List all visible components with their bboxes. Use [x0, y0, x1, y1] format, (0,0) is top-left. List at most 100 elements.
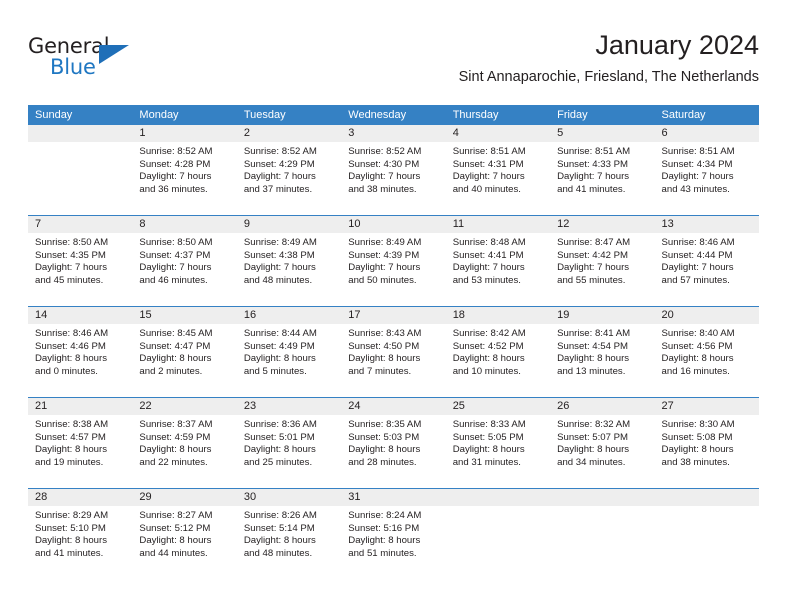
day-cell-26[interactable]: 26 Sunrise: 8:32 AM Sunset: 5:07 PM Dayligh…: [550, 398, 655, 488]
day-cell-11[interactable]: 11 Sunrise: 8:48 AM Sunset: 4:41 PM Dayligh…: [445, 216, 551, 306]
day-cell-23[interactable]: 23 Sunrise: 8:36 AM Sunset: 5:01 PM Dayligh…: [236, 398, 342, 488]
day-sun-info: Sunrise: 8:26 AM Sunset: 5:14 PM Daylight:…: [237, 506, 341, 560]
day-number: 30: [236, 489, 342, 506]
day-cell-2[interactable]: 2 Sunrise: 8:52 AM Sunset: 4:29 PM Daylight…: [236, 125, 342, 215]
day-daylight-line2: and 5 minutes.: [243, 365, 307, 377]
day-cell-18[interactable]: 18 Sunrise: 8:42 AM Sunset: 4:52 PM Dayligh…: [445, 307, 551, 397]
day-cell-31[interactable]: 31 Sunrise: 8:24 AM Sunset: 5:16 PM Dayligh…: [341, 489, 446, 579]
day-sunset: Sunset: 4:56 PM: [661, 340, 733, 352]
day-sunrise: Sunrise: 8:44 AM: [243, 328, 317, 339]
day-daylight-line2: and 50 minutes.: [348, 274, 417, 286]
calendar-week-row: 21 Sunrise: 8:38 AM Sunset: 4:57 PM Dayligh…: [28, 397, 759, 488]
day-sunset: Sunset: 4:49 PM: [243, 340, 315, 352]
day-daylight-line1: Daylight: 8 hours: [452, 444, 525, 456]
day-cell-29[interactable]: 29 Sunrise: 8:27 AM Sunset: 5:12 PM Dayligh…: [132, 489, 237, 579]
day-cell-16[interactable]: 16 Sunrise: 8:44 AM Sunset: 4:49 PM Dayligh…: [236, 307, 342, 397]
day-sun-info: Sunrise: 8:50 AM Sunset: 4:37 PM Daylight:…: [132, 233, 236, 287]
day-daylight-line1: Daylight: 8 hours: [243, 535, 316, 547]
day-sunset: Sunset: 4:44 PM: [661, 249, 733, 261]
day-daylight-line2: and 48 minutes.: [243, 547, 313, 559]
day-daylight-line2: and 57 minutes.: [661, 274, 730, 286]
day-daylight-line1: Daylight: 8 hours: [243, 353, 316, 365]
day-daylight-line1: Daylight: 7 hours: [452, 262, 525, 274]
day-sunset: Sunset: 4:37 PM: [139, 249, 211, 261]
day-cell-25[interactable]: 25 Sunrise: 8:33 AM Sunset: 5:05 PM Dayligh…: [445, 398, 551, 488]
day-cell-9[interactable]: 9 Sunrise: 8:49 AM Sunset: 4:38 PM Daylight…: [236, 216, 342, 306]
day-daylight-line2: and 43 minutes.: [661, 183, 730, 195]
day-sun-info: Sunrise: 8:44 AM Sunset: 4:49 PM Daylight:…: [237, 324, 341, 378]
day-cell-10[interactable]: 10 Sunrise: 8:49 AM Sunset: 4:39 PM Dayligh…: [341, 216, 446, 306]
day-daylight-line1: Daylight: 8 hours: [348, 353, 421, 365]
day-sunset: Sunset: 4:31 PM: [452, 158, 524, 170]
day-number: 13: [654, 216, 759, 233]
day-sunrise: Sunrise: 8:37 AM: [139, 419, 213, 430]
day-daylight-line1: Daylight: 7 hours: [452, 171, 525, 183]
calendar-page: General Blue January 2024 Sint Annaparoc…: [0, 0, 792, 612]
day-cell-27[interactable]: 27 Sunrise: 8:30 AM Sunset: 5:08 PM Dayligh…: [654, 398, 759, 488]
day-daylight-line2: and 51 minutes.: [348, 547, 417, 559]
day-sun-info: Sunrise: 8:47 AM Sunset: 4:42 PM Daylight:…: [550, 233, 654, 287]
day-daylight-line1: Daylight: 8 hours: [348, 444, 421, 456]
day-sunrise: Sunrise: 8:33 AM: [452, 419, 526, 430]
day-cell-3[interactable]: 3 Sunrise: 8:52 AM Sunset: 4:30 PM Daylight…: [341, 125, 446, 215]
calendar-week-row: 7 Sunrise: 8:50 AM Sunset: 4:35 PM Daylight…: [28, 215, 759, 306]
day-cell-21[interactable]: 21 Sunrise: 8:38 AM Sunset: 4:57 PM Dayligh…: [28, 398, 133, 488]
day-cell-17[interactable]: 17 Sunrise: 8:43 AM Sunset: 4:50 PM Dayligh…: [341, 307, 446, 397]
day-cell-13[interactable]: 13 Sunrise: 8:46 AM Sunset: 4:44 PM Dayligh…: [654, 216, 759, 306]
day-cell-8[interactable]: 8 Sunrise: 8:50 AM Sunset: 4:37 PM Daylight…: [132, 216, 237, 306]
day-daylight-line1: Daylight: 8 hours: [661, 444, 734, 456]
day-sun-info: Sunrise: 8:43 AM Sunset: 4:50 PM Daylight:…: [341, 324, 445, 378]
day-cell-12[interactable]: 12 Sunrise: 8:47 AM Sunset: 4:42 PM Dayligh…: [550, 216, 655, 306]
day-number: 21: [28, 398, 133, 415]
day-cell-19[interactable]: 19 Sunrise: 8:41 AM Sunset: 4:54 PM Dayligh…: [550, 307, 655, 397]
day-daylight-line1: Daylight: 8 hours: [661, 353, 734, 365]
day-daylight-line2: and 55 minutes.: [557, 274, 626, 286]
day-number: 31: [341, 489, 446, 506]
day-sunset: Sunset: 4:50 PM: [348, 340, 420, 352]
day-cell-6[interactable]: 6 Sunrise: 8:51 AM Sunset: 4:34 PM Daylight…: [654, 125, 759, 215]
day-cell-1[interactable]: 1 Sunrise: 8:52 AM Sunset: 4:28 PM Daylight…: [132, 125, 237, 215]
day-sunset: Sunset: 4:39 PM: [348, 249, 420, 261]
day-cell-15[interactable]: 15 Sunrise: 8:45 AM Sunset: 4:47 PM Dayligh…: [132, 307, 237, 397]
day-sunset: Sunset: 4:30 PM: [348, 158, 420, 170]
day-sun-info: Sunrise: 8:35 AM Sunset: 5:03 PM Daylight:…: [341, 415, 445, 469]
day-sunrise: Sunrise: 8:52 AM: [348, 146, 422, 157]
day-cell-empty: [445, 489, 551, 579]
day-daylight-line1: Daylight: 7 hours: [557, 262, 630, 274]
day-daylight-line2: and 25 minutes.: [243, 456, 313, 468]
day-daylight-line1: Daylight: 8 hours: [557, 444, 630, 456]
day-cell-22[interactable]: 22 Sunrise: 8:37 AM Sunset: 4:59 PM Dayligh…: [132, 398, 237, 488]
day-sun-info: Sunrise: 8:51 AM Sunset: 4:34 PM Daylight:…: [655, 142, 759, 196]
day-sun-info: Sunrise: 8:51 AM Sunset: 4:31 PM Daylight:…: [446, 142, 550, 196]
day-daylight-line1: Daylight: 8 hours: [557, 353, 630, 365]
day-cell-30[interactable]: 30 Sunrise: 8:26 AM Sunset: 5:14 PM Dayligh…: [236, 489, 342, 579]
weekday-header-sunday: Sunday: [35, 109, 73, 121]
day-cell-4[interactable]: 4 Sunrise: 8:51 AM Sunset: 4:31 PM Daylight…: [445, 125, 551, 215]
day-daylight-line1: Daylight: 8 hours: [348, 535, 421, 547]
day-sunrise: Sunrise: 8:32 AM: [557, 419, 631, 430]
page-title: January 2024: [595, 30, 759, 60]
general-blue-logo[interactable]: General Blue: [28, 34, 148, 86]
day-daylight-line2: and 36 minutes.: [139, 183, 208, 195]
day-daylight-line2: and 41 minutes.: [35, 547, 104, 559]
day-sunrise: Sunrise: 8:52 AM: [243, 146, 317, 157]
day-number: 14: [28, 307, 133, 324]
day-daylight-line2: and 53 minutes.: [452, 274, 521, 286]
day-number: [654, 489, 759, 506]
day-sunset: Sunset: 5:16 PM: [348, 522, 420, 534]
day-sun-info: Sunrise: 8:52 AM Sunset: 4:28 PM Daylight:…: [132, 142, 236, 196]
day-sun-info: Sunrise: 8:50 AM Sunset: 4:35 PM Daylight:…: [28, 233, 132, 287]
day-cell-5[interactable]: 5 Sunrise: 8:51 AM Sunset: 4:33 PM Daylight…: [550, 125, 655, 215]
day-cell-7[interactable]: 7 Sunrise: 8:50 AM Sunset: 4:35 PM Daylight…: [28, 216, 133, 306]
day-cell-14[interactable]: 14 Sunrise: 8:46 AM Sunset: 4:46 PM Dayligh…: [28, 307, 133, 397]
day-cell-20[interactable]: 20 Sunrise: 8:40 AM Sunset: 4:56 PM Dayligh…: [654, 307, 759, 397]
day-sunset: Sunset: 4:59 PM: [139, 431, 211, 443]
day-cell-28[interactable]: 28 Sunrise: 8:29 AM Sunset: 5:10 PM Dayligh…: [28, 489, 133, 579]
day-sunset: Sunset: 5:07 PM: [557, 431, 629, 443]
day-sun-info: Sunrise: 8:41 AM Sunset: 4:54 PM Daylight:…: [550, 324, 654, 378]
day-number: [28, 125, 133, 142]
day-daylight-line2: and 10 minutes.: [452, 365, 521, 377]
day-sun-info: Sunrise: 8:33 AM Sunset: 5:05 PM Daylight:…: [446, 415, 550, 469]
day-sunrise: Sunrise: 8:29 AM: [35, 510, 109, 521]
day-cell-24[interactable]: 24 Sunrise: 8:35 AM Sunset: 5:03 PM Dayligh…: [341, 398, 446, 488]
